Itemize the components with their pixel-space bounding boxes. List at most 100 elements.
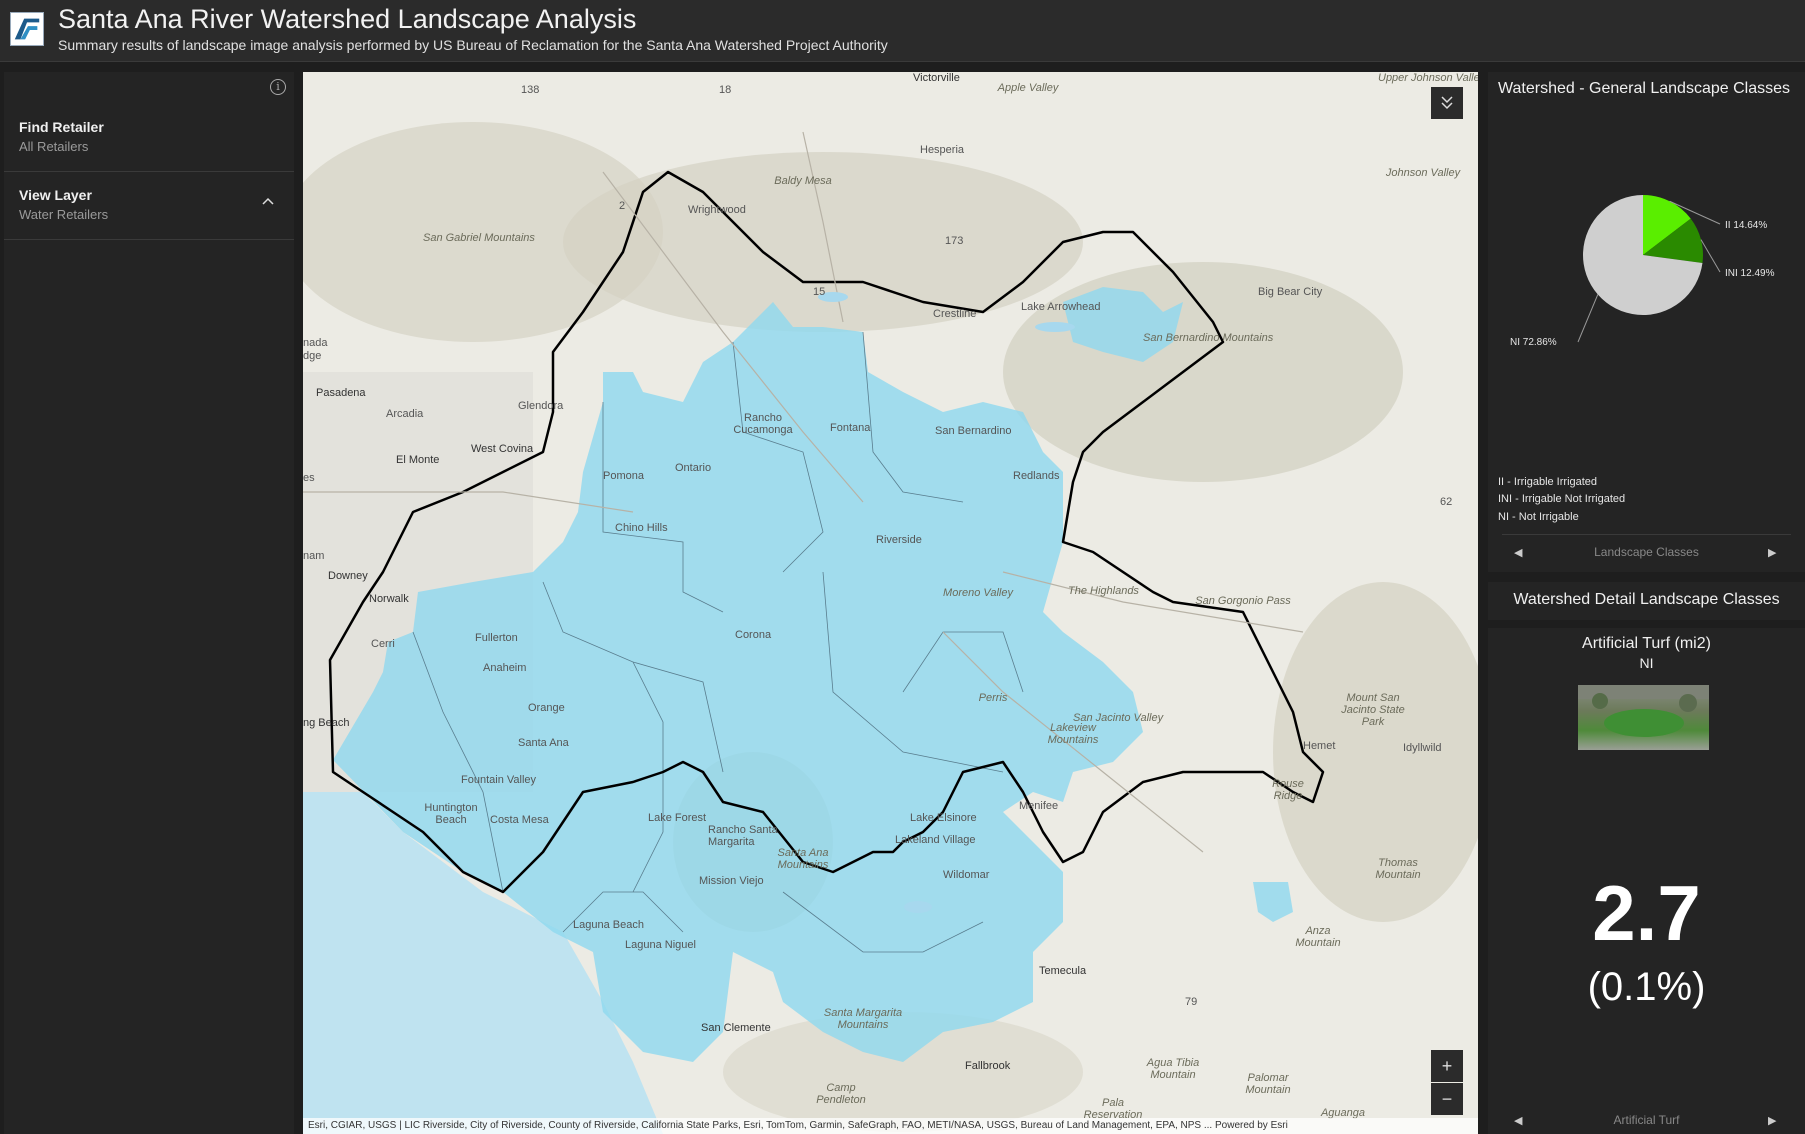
map-label-mission-viejo: Mission Viejo [699, 875, 764, 887]
detail-classes-title: Watershed Detail Landscape Classes [1513, 591, 1780, 608]
map-label-perris: Perris [978, 692, 1008, 704]
plus-icon: + [1441, 1056, 1453, 1076]
map-label-rouse-ridge: Rouse Ridge [1272, 778, 1304, 802]
map-label-huntington: Huntington Beach [424, 802, 478, 826]
map-label-fallbrook: Fallbrook [965, 1060, 1011, 1072]
map-label-santa-ana: Santa Ana [518, 737, 569, 749]
map-label-santa-margarita-city: Rancho Santa Margarita [708, 824, 778, 848]
big-bear-lake [1035, 322, 1075, 332]
detail-card: Artificial Turf (mi2) NI 2.7 (0.1%) ◀ Ar… [1488, 628, 1805, 1134]
collapse-toggle-button[interactable] [1431, 87, 1463, 119]
pie-label-ii: II 14.64% [1725, 220, 1768, 231]
map-label-el-monte: El Monte [396, 454, 440, 466]
map-label-wrightwood: Wrightwood [688, 204, 746, 216]
detail-card-title: Artificial Turf (mi2) [1582, 635, 1711, 652]
minus-icon: − [1441, 1089, 1453, 1109]
map-label-wildomar: Wildomar [943, 869, 990, 881]
app-header: Santa Ana River Watershed Landscape Anal… [0, 0, 1805, 62]
map-label-fullerton: Fullerton [475, 632, 518, 644]
map-label-laguna-beach: Laguna Beach [573, 919, 644, 931]
map-label-sb-mountains: San Bernardino Mountains [1143, 332, 1274, 344]
info-icon[interactable]: i [270, 79, 286, 95]
legend-ini: INI - Irrigable Not Irrigated [1498, 493, 1626, 505]
next-page-button[interactable]: ▶ [1768, 546, 1776, 559]
map-label-victorville: Victorville [913, 72, 960, 84]
map-label-ontario: Ontario [675, 462, 712, 474]
detail-value: 2.7 [1592, 869, 1701, 957]
map-label-hwy-18: 18 [719, 84, 732, 96]
map-label-santa-margarita: Santa Margarita Mountains [823, 1007, 903, 1031]
find-retailer-value: All Retailers [19, 139, 89, 154]
map-label-upper-johnson: Upper Johnson Valley [1378, 72, 1478, 84]
app-subtitle: Summary results of landscape image analy… [58, 37, 888, 53]
map-label-pasadena: Pasadena [316, 387, 366, 399]
general-pager-label: Landscape Classes [1594, 545, 1699, 559]
map-label-lake-forest: Lake Forest [648, 812, 707, 824]
pager-divider [1502, 534, 1791, 535]
map-label-crestline: Crestline [933, 308, 977, 320]
map-label-downey: Downey [328, 570, 368, 582]
map-label-glendora: Glendora [518, 400, 564, 412]
map-label-san-clemente: San Clemente [701, 1022, 771, 1034]
map-label-the-highlands: The Highlands [1068, 585, 1139, 597]
map-label-orange: Orange [528, 702, 565, 714]
map-label-hwy-62: 62 [1440, 496, 1453, 508]
map-label-lakeland: Lakeland Village [895, 834, 976, 846]
pie-leader-ini [1700, 239, 1721, 273]
map-label-laguna-niguel: Laguna Niguel [625, 939, 696, 951]
map-label-apple-valley: Apple Valley [997, 82, 1059, 94]
artificial-turf-image [1578, 685, 1709, 750]
map-label-lake-arrowhead: Lake Arrowhead [1021, 301, 1101, 313]
map-label-fontana: Fontana [830, 422, 871, 434]
detail-card-subtitle: NI [1639, 655, 1654, 671]
view-layer-label: View Layer [19, 187, 92, 203]
chevron-up-icon[interactable] [262, 196, 274, 208]
map-label-pomona: Pomona [603, 470, 644, 482]
detail-percent: (0.1%) [1587, 965, 1706, 1009]
map-label-west-covina: West Covina [471, 443, 534, 455]
map-label-camp-pendleton: Camp Pendleton [816, 1082, 866, 1106]
app-root: Santa Ana River Watershed Landscape Anal… [0, 0, 1805, 1134]
map-label-canada: nada [303, 337, 328, 349]
agency-logo [10, 12, 44, 46]
map-label-mt-san-jacinto: Mount San Jacinto State Park [1341, 692, 1405, 728]
map-label-corona: Corona [735, 629, 772, 641]
map-label-lake-elsinore: Lake Elsinore [910, 812, 977, 824]
app-title: Santa Ana River Watershed Landscape Anal… [58, 4, 637, 34]
map-label-rancho: Rancho Cucamonga [733, 412, 793, 436]
find-retailer-selector[interactable]: Find Retailer All Retailers [4, 102, 294, 172]
map-label-lakeview-mtns: Lakeview Mountains [1047, 722, 1099, 746]
map-label-moreno-valley: Moreno Valley [943, 587, 1013, 599]
zoom-out-button[interactable]: − [1431, 1083, 1463, 1115]
map-label-nam: nam [303, 550, 325, 562]
map-label-cerritos: Cerri [371, 638, 395, 650]
map-label-norwalk: Norwalk [369, 593, 409, 605]
map-label-redlands: Redlands [1013, 470, 1060, 482]
pie-label-ini: INI 12.49% [1725, 268, 1775, 279]
map-label-long-beach: ng Beach [303, 717, 350, 729]
pie-leader-ni [1577, 294, 1599, 343]
double-chevron-down-icon [1441, 96, 1453, 110]
map-label-anaheim: Anaheim [483, 662, 527, 674]
detail-pager-label: Artificial Turf [1613, 1113, 1680, 1127]
map-label-hwy-173: 173 [945, 235, 964, 247]
legend-ni: NI - Not Irrigable [1498, 511, 1579, 523]
view-layer-value: Water Retailers [19, 207, 109, 222]
map-label-hwy-138: 138 [521, 84, 540, 96]
map-label-arcadia: Arcadia [386, 408, 424, 420]
legend-ii: II - Irrigable Irrigated [1498, 476, 1598, 488]
map-label-hesperia: Hesperia [920, 144, 965, 156]
map-label-hwy-79: 79 [1185, 996, 1198, 1008]
general-classes-card: Watershed - General Landscape Classes II… [1488, 72, 1805, 572]
zoom-in-button[interactable]: + [1431, 1050, 1463, 1082]
detail-classes-header: Watershed Detail Landscape Classes [1488, 582, 1805, 620]
view-layer-selector[interactable]: View Layer Water Retailers [4, 172, 294, 240]
map-label-san-gorgonio: San Gorgonio Pass [1195, 595, 1291, 607]
pie-label-ni: NI 72.86% [1510, 337, 1557, 348]
map-label-riverside: Riverside [876, 534, 922, 546]
map-label-costa-mesa: Costa Mesa [490, 814, 549, 826]
map-label-fountain-valley: Fountain Valley [461, 774, 537, 786]
map-label-san-bernardino: San Bernardino [935, 425, 1012, 437]
map-view[interactable]: Victorville Apple Valley Hesperia Upper … [303, 72, 1478, 1134]
detail-next-page-button[interactable]: ▶ [1768, 1114, 1776, 1127]
